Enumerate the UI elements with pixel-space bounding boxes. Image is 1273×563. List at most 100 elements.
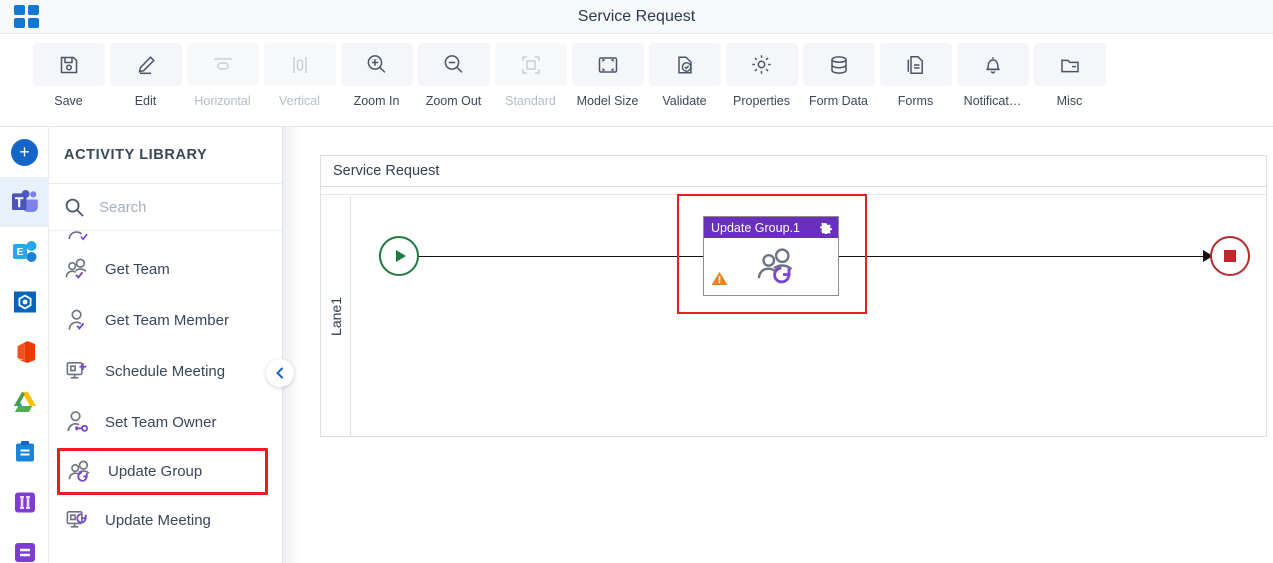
svg-text:E: E <box>16 247 23 258</box>
toolbar-button-notifications[interactable]: Notificat… <box>954 34 1031 108</box>
get-member-icon <box>68 231 88 241</box>
rail-item-add-new[interactable]: + <box>0 127 49 177</box>
list-item-label: Schedule Meeting <box>105 363 226 380</box>
rail-item-planner[interactable] <box>0 427 49 477</box>
zoom-out-icon <box>417 43 490 86</box>
sharepoint-icon <box>13 291 36 313</box>
model-size-icon <box>571 43 644 86</box>
toolbar-button-edit[interactable]: Edit <box>107 34 184 108</box>
toolbar-label: Validate <box>662 94 707 108</box>
list-item[interactable]: Get Team <box>49 244 282 295</box>
application-window: Service Request Save Edit Horizontal Ver… <box>0 0 1273 563</box>
toolbar-button-properties[interactable]: Properties <box>723 34 800 108</box>
task-body <box>704 238 838 296</box>
gear-icon <box>725 43 798 86</box>
rail-item-columns[interactable] <box>0 477 49 527</box>
database-icon <box>802 43 875 86</box>
sequence-flow-2[interactable] <box>839 256 1221 257</box>
list-item[interactable]: Schedule Meeting <box>49 346 282 397</box>
toolbar-button-horizontal[interactable]: Horizontal <box>184 34 261 108</box>
chevron-left-icon <box>276 367 283 379</box>
toolbar-button-vertical[interactable]: Vertical <box>261 34 338 108</box>
toolbar-label: Save <box>54 94 83 108</box>
diagram-canvas[interactable]: Service Request Lane1 Update Group.1 <box>299 127 1273 563</box>
toolbar-label: Vertical <box>279 94 320 108</box>
document-icon <box>879 43 952 86</box>
play-icon <box>395 250 406 262</box>
google-drive-icon <box>13 392 36 412</box>
vertical-align-icon <box>263 43 336 86</box>
toolbar-label: Model Size <box>576 94 639 108</box>
list-item-label: Update Group <box>108 463 203 480</box>
toolbar-button-misc[interactable]: Misc <box>1031 34 1108 108</box>
toolbar-button-forms[interactable]: Forms <box>877 34 954 108</box>
list-item[interactable]: Set Team Owner <box>49 397 282 448</box>
pencil-edit-icon <box>109 43 182 86</box>
toolbar-label: Form Data <box>808 94 869 108</box>
list-item[interactable]: Get Team Member <box>49 295 282 346</box>
toolbar-button-model-size[interactable]: Model Size <box>569 34 646 108</box>
list-item-update-group[interactable]: Update Group <box>57 448 268 495</box>
get-team-member-icon <box>68 309 85 330</box>
lane-body[interactable]: Update Group.1 <box>351 194 1266 436</box>
toolbar-label: Zoom In <box>353 94 400 108</box>
toolbar-button-form-data[interactable]: Form Data <box>800 34 877 108</box>
toolbar-label: Standard <box>505 94 556 108</box>
save-disk-icon <box>32 43 105 86</box>
toolbar-button-zoom-out[interactable]: Zoom Out <box>415 34 492 108</box>
update-group-icon <box>754 246 800 293</box>
end-event[interactable] <box>1210 236 1250 276</box>
rail-item-office[interactable] <box>0 327 49 377</box>
lane: Lane1 Update Group.1 <box>321 194 1266 436</box>
list-item[interactable] <box>49 231 282 244</box>
search-input[interactable] <box>97 197 257 217</box>
task-update-group[interactable]: Update Group.1 <box>703 216 839 296</box>
list-icon <box>14 543 35 562</box>
pool-title: Service Request <box>321 156 1266 187</box>
search-row[interactable] <box>49 184 282 231</box>
get-team-icon <box>65 258 87 279</box>
list-item[interactable]: Update Meeting <box>49 495 282 546</box>
toolbar-button-save[interactable]: Save <box>30 34 107 108</box>
panel-shadow <box>283 127 299 563</box>
toolbar-label: Horizontal <box>194 94 251 108</box>
toolbar-label: Properties <box>733 94 790 108</box>
warning-triangle-icon[interactable] <box>711 271 728 291</box>
toolbar-button-standard[interactable]: Standard <box>492 34 569 108</box>
office-icon <box>17 341 35 363</box>
activity-library-panel: ACTIVITY LIBRARY Search Get Team Get Tea… <box>49 127 283 563</box>
stop-square-icon <box>1224 250 1236 262</box>
clipboard-icon <box>15 441 34 462</box>
rail-item-teams[interactable] <box>0 177 49 227</box>
folder-icon <box>1033 43 1106 86</box>
panel-title: ACTIVITY LIBRARY <box>49 127 282 184</box>
toolbar-label: Notificat… <box>963 94 1022 108</box>
start-event[interactable] <box>379 236 419 276</box>
toolbar-label: Edit <box>134 94 157 108</box>
rail-item-list[interactable] <box>0 527 49 563</box>
set-team-owner-icon <box>67 411 88 432</box>
plus-circle-icon: + <box>11 138 38 166</box>
schedule-meeting-icon <box>66 362 87 379</box>
list-item-label: Get Team Member <box>105 312 229 329</box>
microsoft-teams-icon <box>11 190 38 212</box>
zoom-in-icon <box>340 43 413 86</box>
list-item-label: Set Team Owner <box>105 414 217 431</box>
gear-icon[interactable] <box>820 222 832 234</box>
list-item-label: Get Team <box>105 261 170 278</box>
toolbar-button-zoom-in[interactable]: Zoom In <box>338 34 415 108</box>
task-title: Update Group.1 <box>711 220 800 235</box>
rail-item-exchange[interactable]: E <box>0 227 49 277</box>
validate-check-icon <box>648 43 721 86</box>
page-title: Service Request <box>577 8 696 25</box>
app-icon-rail: + E <box>0 127 49 563</box>
ribbon-toolbar: Save Edit Horizontal Vertical Zoom In Zo… <box>0 34 1273 127</box>
rail-item-sharepoint[interactable] <box>0 277 49 327</box>
toolbar-button-validate[interactable]: Validate <box>646 34 723 108</box>
lane-header: Lane1 <box>321 196 351 436</box>
pool: Service Request Lane1 Update Group.1 <box>320 155 1267 437</box>
panel-collapse-button[interactable] <box>266 359 294 387</box>
exchange-icon: E <box>12 241 36 262</box>
rail-item-google-drive[interactable] <box>0 377 49 427</box>
task-header: Update Group.1 <box>704 217 838 238</box>
